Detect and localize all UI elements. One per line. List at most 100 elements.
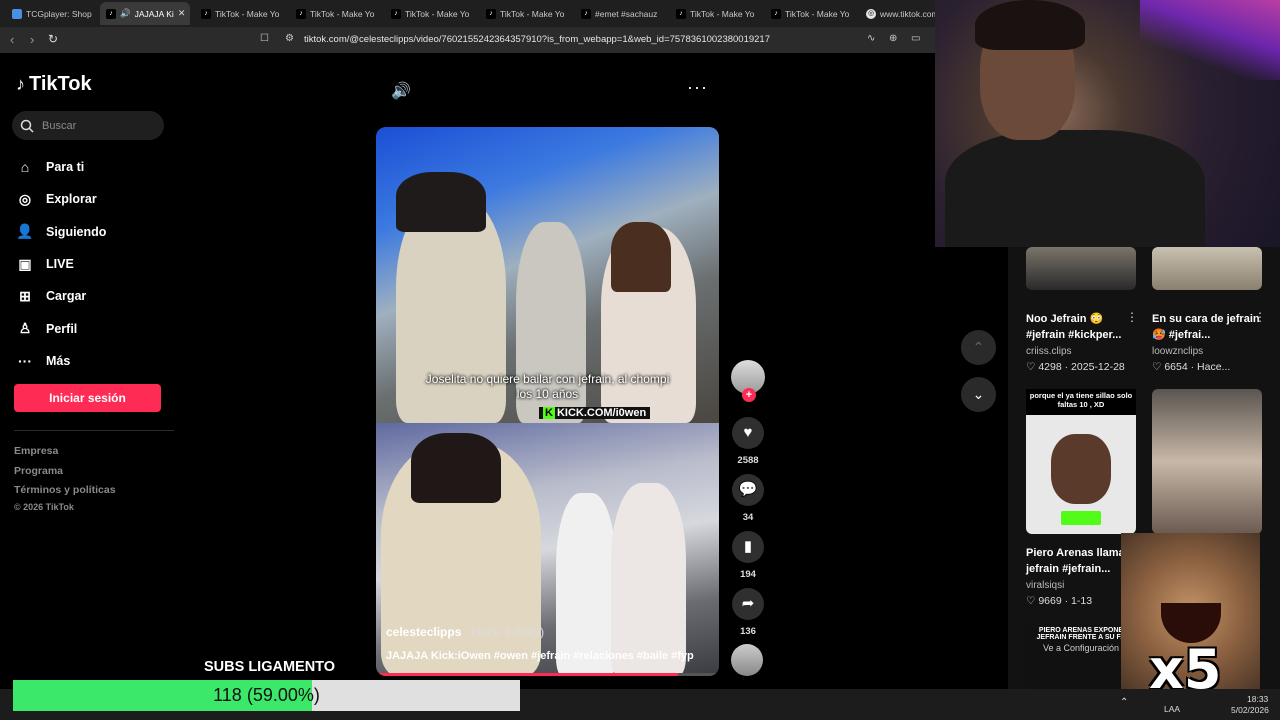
- tab-favicon-icon: [12, 8, 22, 19]
- kick-logo-icon: K: [543, 407, 555, 419]
- sidebar-item-explorar[interactable]: ◎ Explorar: [16, 183, 106, 215]
- zoom-icon[interactable]: ⊕: [889, 33, 897, 44]
- recommendation-title[interactable]: Noo Jefrain 😳 #jefrain #kickper...: [1026, 311, 1136, 343]
- search-input[interactable]: Buscar: [12, 111, 164, 140]
- reload-icon[interactable]: ↻: [48, 32, 58, 46]
- recommendation-author[interactable]: loowznclips: [1152, 346, 1203, 357]
- recommendation-stats: ♡ 6654 · Hace...: [1152, 361, 1231, 373]
- save-count: 194: [740, 569, 756, 580]
- more-options-icon[interactable]: ···: [687, 77, 708, 98]
- neon-light: [1140, 0, 1280, 80]
- close-tab-icon[interactable]: ✕: [178, 8, 186, 19]
- tiktok-note-icon: ♪: [16, 74, 25, 94]
- music-disc-avatar[interactable]: [731, 644, 763, 676]
- more-options-icon[interactable]: ⋮: [1126, 310, 1138, 324]
- sidebar-item-para-ti[interactable]: ⌂ Para ti: [16, 151, 106, 183]
- save-button[interactable]: ▮ 194: [731, 531, 765, 580]
- like-button[interactable]: ♥ 2588: [731, 417, 765, 466]
- profile-icon: ♙: [18, 320, 32, 337]
- video-player[interactable]: Joselita no quiere bailar con jefrain, a…: [376, 127, 719, 676]
- author-avatar[interactable]: +: [731, 360, 765, 402]
- tiktok-favicon-icon: ♪: [581, 8, 591, 19]
- next-video-chevron-down-icon[interactable]: ⌄: [961, 377, 996, 412]
- recommendation-title[interactable]: En su cara de jefrain 🥵 #jefrai...: [1152, 311, 1262, 343]
- browser-tab[interactable]: ♪ TikTok - Make Yo: [195, 2, 285, 25]
- cast-icon[interactable]: ▭: [911, 33, 920, 44]
- recommendation-author[interactable]: viralsiqsi: [1026, 580, 1064, 591]
- comment-icon: 💬: [732, 474, 764, 506]
- footer-link-terminos[interactable]: Términos y políticas: [14, 484, 116, 496]
- recommendation-thumbnail[interactable]: porque el ya tiene sillao solo faltas 10…: [1026, 389, 1136, 534]
- back-arrow-icon[interactable]: ‹: [10, 32, 14, 47]
- video-figure: [611, 483, 686, 676]
- speaker-icon: 🔊: [120, 8, 131, 18]
- tiktok-favicon-icon: ♪: [106, 8, 116, 19]
- browser-tab[interactable]: ♪ TikTok - Make Yo: [385, 2, 475, 25]
- laughing-meme-overlay: x5: [1121, 533, 1260, 708]
- kick-logo-icon: [1061, 511, 1101, 525]
- follow-plus-icon[interactable]: +: [742, 388, 756, 402]
- tiktok-logo[interactable]: ♪ TikTok: [16, 73, 92, 96]
- streamer-body: [945, 130, 1205, 247]
- footer-link-empresa[interactable]: Empresa: [14, 445, 58, 457]
- sidebar-item-perfil[interactable]: ♙ Perfil: [16, 312, 106, 344]
- volume-icon[interactable]: 🔊: [391, 81, 411, 101]
- share-button[interactable]: ➦ 136: [731, 588, 765, 637]
- video-progress-bar[interactable]: [376, 673, 719, 676]
- browser-tab[interactable]: ♪ TikTok - Make Yo: [670, 2, 760, 25]
- comment-button[interactable]: 💬 34: [731, 474, 765, 523]
- clock-date[interactable]: 5/02/2026: [1231, 705, 1269, 715]
- browser-tab[interactable]: TCGplayer: Shop: [6, 2, 96, 25]
- browser-tab[interactable]: ♪ #emet #sachauz: [575, 2, 665, 25]
- recommendation-title[interactable]: Piero Arenas llama a jefrain #jefrain...: [1026, 545, 1136, 577]
- recommendation-author[interactable]: criiss.clips: [1026, 346, 1072, 357]
- recommendation-thumbnail[interactable]: [1152, 247, 1262, 290]
- copyright: © 2026 TikTok: [14, 502, 74, 512]
- tiktok-favicon-icon: ♪: [676, 8, 686, 19]
- footer-link-programa[interactable]: Programa: [14, 465, 63, 477]
- sidebar-item-siguiendo[interactable]: 👤 Siguiendo: [16, 216, 106, 248]
- clock-time[interactable]: 18:33: [1247, 694, 1268, 704]
- video-caption: JAJAJA Kick:iOwen #owen #jefrain #relaci…: [386, 650, 694, 662]
- recommendation-stats: ♡ 4298 · 2025-12-28: [1026, 361, 1125, 373]
- video-author[interactable]: celesteclipps · Hace 3 día(s): [386, 625, 544, 639]
- tray-chevron-up-icon[interactable]: ⌃: [1120, 697, 1128, 708]
- url-field[interactable]: tiktok.com/@celesteclipps/video/76021552…: [304, 30, 934, 50]
- keyboard-language[interactable]: LAA: [1164, 704, 1180, 714]
- browser-tab-active[interactable]: ♪ 🔊 JAJAJA Ki ✕: [100, 2, 190, 25]
- address-bar: ‹ › ↻ ☐ ⚙ tiktok.com/@celesteclipps/vide…: [0, 27, 935, 53]
- video-figure: [396, 172, 486, 232]
- previous-video-chevron-up-icon[interactable]: ⌃: [961, 330, 996, 365]
- read-aloud-icon[interactable]: ∿: [867, 33, 875, 44]
- compass-icon: ◎: [18, 190, 32, 207]
- meme-mouth: [1161, 603, 1221, 643]
- tiktok-favicon-icon: ♪: [201, 8, 211, 19]
- sidebar-item-live[interactable]: ▣ LIVE: [16, 248, 106, 280]
- subs-goal-label: SUBS LIGAMENTO: [204, 659, 336, 675]
- browser-tab[interactable]: ♪ TikTok - Make Yo: [290, 2, 380, 25]
- sidebar-item-mas[interactable]: ··· Más: [16, 345, 106, 377]
- more-options-icon[interactable]: ⋮: [1254, 310, 1266, 324]
- browser-tab[interactable]: ◎ www.tiktok.com: [860, 2, 940, 25]
- sidebar-item-cargar[interactable]: ⊞ Cargar: [16, 280, 106, 312]
- video-figure: [556, 493, 616, 676]
- kick-tag: K KICK.COM/i0wen: [539, 407, 651, 419]
- site-info-icon[interactable]: ⚙: [285, 33, 294, 44]
- video-figure: [611, 222, 671, 292]
- live-icon: ▣: [18, 255, 32, 272]
- search-placeholder: Buscar: [42, 119, 77, 132]
- action-bar: +: [728, 360, 768, 402]
- recommendation-thumbnail[interactable]: [1152, 389, 1262, 534]
- comment-count: 34: [742, 512, 754, 523]
- recommendation-thumbnail[interactable]: PIERO ARENAS EXPONE JEFRAIN FRENTE A SU …: [1026, 623, 1136, 690]
- browser-tab[interactable]: ♪ TikTok - Make Yo: [765, 2, 855, 25]
- heart-icon: ♥: [732, 417, 764, 449]
- bookmark-icon: ▮: [732, 531, 764, 563]
- browser-tab[interactable]: ♪ TikTok - Make Yo: [480, 2, 570, 25]
- thumbnail-figure: [1051, 434, 1111, 504]
- bookmark-icon[interactable]: ☐: [260, 33, 269, 44]
- share-count: 136: [740, 626, 756, 637]
- forward-arrow-icon[interactable]: ›: [30, 32, 34, 47]
- login-button[interactable]: Iniciar sesión: [14, 384, 161, 412]
- recommendation-thumbnail[interactable]: [1026, 247, 1136, 290]
